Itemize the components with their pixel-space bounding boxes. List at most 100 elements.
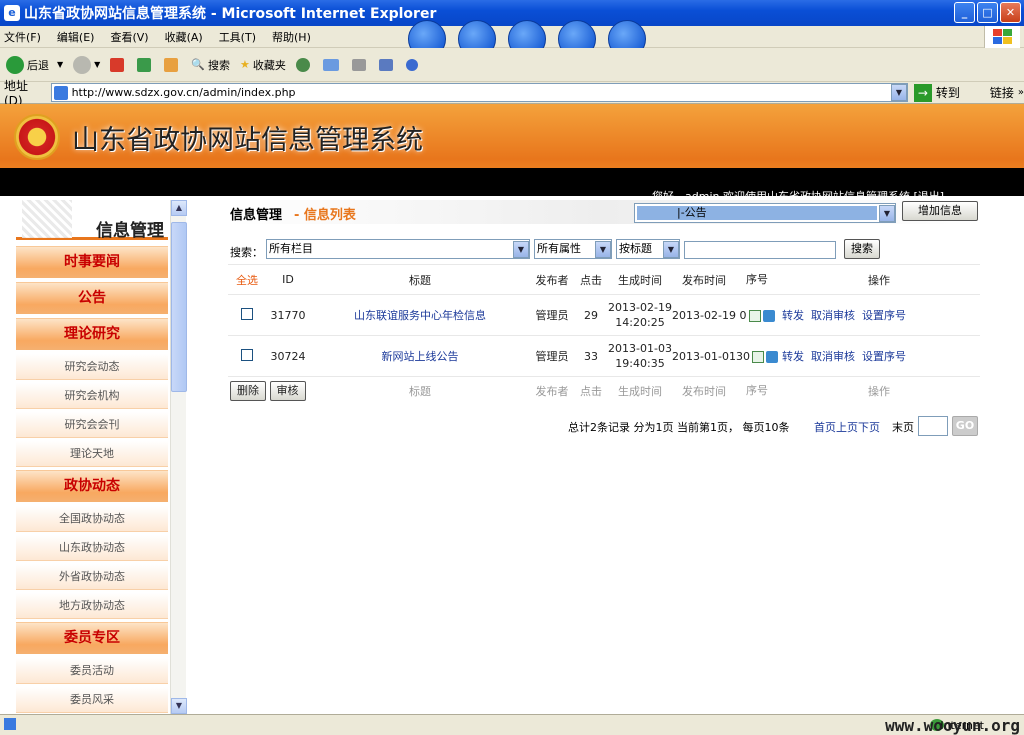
paper-decoration-icon [22,200,72,238]
row-clicks: 33 [574,335,608,377]
select-all-link[interactable]: 全选 [228,264,266,295]
edit-button[interactable] [378,58,396,71]
go-page-button[interactable]: GO [952,416,978,436]
sidebar-item[interactable]: 委员专区 [16,622,168,654]
table-footer: 删除 审核 标题 发布者 点击 生成时间 发布时间 序号 操作 [228,376,980,405]
forward-button[interactable]: ▼ [73,55,100,74]
favorites-button[interactable]: ★ 收藏夹 [240,57,286,73]
sidebar-item[interactable]: 理论研究 [16,318,168,350]
scroll-up-button[interactable]: ▲ [171,200,187,216]
go-arrow-icon[interactable]: → [913,83,932,102]
magnifier-icon: 🔍 [191,58,206,71]
menu-tools[interactable]: 工具(T) [219,29,256,45]
go-button[interactable]: 转到 [936,84,960,101]
links-button[interactable]: 链接 [990,84,1014,101]
sidebar-scrollbar[interactable]: ▲ ▼ [170,200,187,714]
row-id: 30724 [266,335,310,377]
print-button[interactable] [351,58,369,71]
row-published: 2013-02-19 [672,294,736,336]
search-bar: 搜索： 所有栏目 ▼ 所有属性 ▼ 按标题 ▼ 搜索 [228,238,980,262]
sidebar-item[interactable]: 研究会机构 [16,383,168,409]
sidebar-item[interactable]: 研究会动态 [16,354,168,380]
back-button[interactable]: 后退 ▼ [6,55,63,74]
attribute-filter-select[interactable]: 所有属性 ▼ [534,239,612,259]
stop-button[interactable] [110,57,127,72]
sidebar-item[interactable]: 全国政协动态 [16,506,168,532]
minimize-button[interactable]: _ [954,2,975,23]
chevron-down-icon[interactable]: ▼ [879,205,895,222]
search-button[interactable]: 🔍 搜索 [191,57,230,73]
sidebar-item[interactable]: 委员风采 [16,687,168,713]
media-button[interactable] [295,57,313,72]
col-actions: 操作 [778,264,980,295]
home-button[interactable] [164,57,181,72]
chevron-down-icon[interactable]: ▼ [513,241,529,258]
search-submit-button[interactable]: 搜索 [844,239,880,259]
sidebar-item[interactable]: 理论天地 [16,441,168,467]
column-filter-select[interactable]: 所有栏目 ▼ [266,239,530,259]
edit-icon[interactable] [752,350,764,363]
sidebar-item[interactable]: 研究会会刊 [16,412,168,438]
forward-link[interactable]: 转发 [782,350,804,363]
browser-toolbar: 后退 ▼ ▼ 🔍 搜索 ★ 收藏夹 [0,48,1024,82]
forward-link[interactable]: 转发 [782,309,804,322]
set-order-link[interactable]: 设置序号 [862,350,906,363]
row-title-link[interactable]: 新网站上线公告 [382,350,459,363]
info-table: 全选 ID 标题 发布者 点击 生成时间 发布时间 序号 操作 31770 山东联… [228,264,980,405]
maximize-button[interactable]: □ [977,2,998,23]
row-title-link[interactable]: 山东联谊服务中心年检信息 [354,309,486,322]
trash-icon[interactable] [762,309,775,322]
unaudit-link[interactable]: 取消审核 [811,350,855,363]
row-checkbox[interactable] [241,307,253,320]
col-publisher: 发布者 [530,264,574,295]
chevron-down-icon[interactable]: ▼ [595,241,611,258]
unaudit-link[interactable]: 取消审核 [811,309,855,322]
chevron-right-icon[interactable]: » [1018,87,1024,98]
menu-view[interactable]: 查看(V) [110,29,148,45]
footer-col-title: 标题 [310,376,530,405]
sidebar-item[interactable]: 公告 [16,282,168,314]
audit-button[interactable]: 审核 [269,380,306,401]
menu-favorites[interactable]: 收藏(A) [165,29,203,45]
add-info-button[interactable]: 增加信息 [902,201,978,221]
col-published: 发布时间 [672,264,736,295]
sidebar-item[interactable]: 委员活动 [16,658,168,684]
delete-button[interactable]: 删除 [230,380,266,401]
address-dropdown[interactable]: ▼ [890,84,907,101]
sidebar: 信息管理 时事要闻 公告 理论研究 研究会动态 研究会机构 研究会会刊 理论天地 政协动态 全国… [0,196,187,714]
edit-icon[interactable] [748,309,761,322]
refresh-button[interactable] [137,57,154,72]
address-input[interactable]: http://www.sdzx.gov.cn/admin/index.php ▼ [50,83,908,102]
menu-help[interactable]: 帮助(H) [272,29,311,45]
mail-button[interactable] [322,58,342,71]
row-checkbox[interactable] [241,348,253,361]
windows-logo-icon [984,26,1020,48]
scroll-thumb[interactable] [171,222,187,392]
col-created: 生成时间 [608,264,672,295]
page-number-input[interactable] [918,416,948,436]
sidebar-item[interactable]: 政协动态 [16,470,168,502]
trash-icon[interactable] [766,350,778,363]
pager-links[interactable]: 首页上页下页 [814,419,880,435]
scroll-down-button[interactable]: ▼ [171,698,187,714]
page-status-icon [4,718,16,730]
category-select[interactable]: |-公告 ▼ [634,203,896,223]
chevron-down-icon[interactable]: ▼ [663,241,679,258]
messenger-button[interactable] [405,58,421,71]
edit-page-icon [378,58,393,71]
pager-last[interactable]: 末页 [892,419,914,435]
search-input[interactable] [684,241,836,259]
search-label: 搜索： [230,246,263,259]
sidebar-item[interactable]: 外省政协动态 [16,564,168,590]
forward-arrow-icon [73,55,92,74]
search-by-select[interactable]: 按标题 ▼ [616,239,680,259]
sidebar-item[interactable]: 山东政协动态 [16,535,168,561]
footer-col-clicks: 点击 [574,376,608,405]
menu-file[interactable]: 文件(F) [4,29,41,45]
stop-icon [110,57,125,72]
menu-edit[interactable]: 编辑(E) [57,29,95,45]
set-order-link[interactable]: 设置序号 [862,309,906,322]
close-button[interactable]: ✕ [1000,2,1021,23]
sidebar-item[interactable]: 时事要闻 [16,246,168,278]
sidebar-item[interactable]: 地方政协动态 [16,593,168,619]
